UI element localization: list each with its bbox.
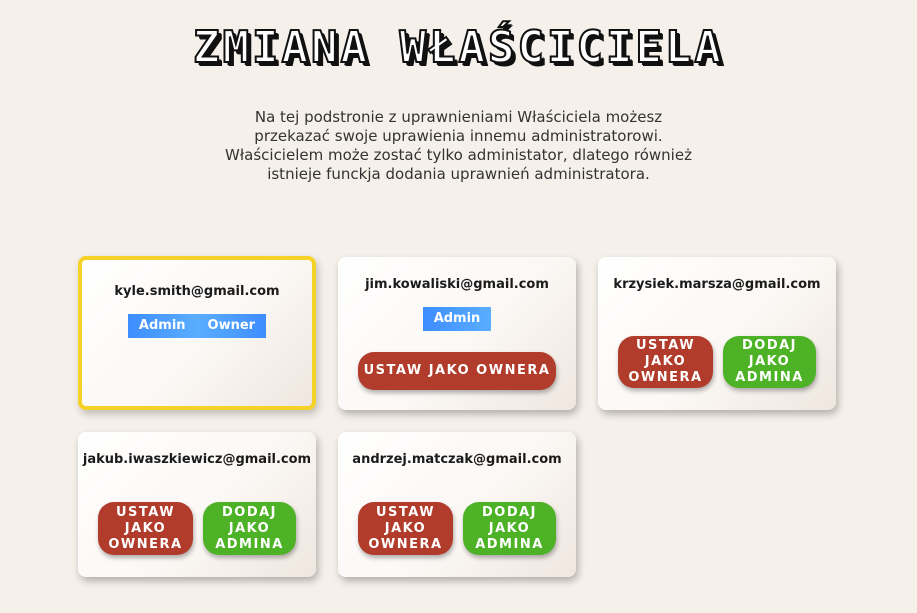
- user-email: jakub.iwaszkiewicz@gmail.com: [82, 452, 312, 467]
- user-email: jim.kowaliski@gmail.com: [365, 277, 549, 292]
- set-owner-button[interactable]: USTAW JAKO OWNERA: [358, 352, 556, 390]
- owner-badge: Owner: [196, 314, 267, 338]
- user-email: kyle.smith@gmail.com: [114, 284, 280, 299]
- set-owner-button[interactable]: USTAW JAKO OWNERA: [98, 502, 193, 555]
- add-admin-button[interactable]: DODAJ JAKO ADMINA: [463, 502, 556, 555]
- intro-text: Na tej podstronie z uprawnieniami Właści…: [200, 108, 717, 184]
- page: ZMIANA WŁAŚCICIELA Na tej podstronie z u…: [0, 0, 917, 613]
- role-badges: Admin: [338, 307, 576, 331]
- intro-line: Właścicielem może zostać tylko administa…: [225, 146, 692, 164]
- intro-line: istnieje funckja dodania uprawnień admin…: [267, 165, 650, 183]
- add-admin-button[interactable]: DODAJ JAKO ADMINA: [203, 502, 296, 555]
- add-admin-button[interactable]: DODAJ JAKO ADMINA: [723, 336, 816, 388]
- user-email: andrzej.matczak@gmail.com: [352, 452, 562, 467]
- role-badges: Admin Owner: [82, 314, 312, 338]
- set-owner-button[interactable]: USTAW JAKO OWNERA: [618, 336, 713, 388]
- user-card: andrzej.matczak@gmail.com USTAW JAKO OWN…: [338, 432, 576, 577]
- intro-line: Na tej podstronie z uprawnieniami Właści…: [254, 108, 663, 126]
- admin-badge: Admin: [422, 307, 492, 331]
- user-card: jakub.iwaszkiewicz@gmail.com USTAW JAKO …: [78, 432, 316, 577]
- user-card-owner: kyle.smith@gmail.com Admin Owner: [78, 256, 316, 410]
- set-owner-button[interactable]: USTAW JAKO OWNERA: [358, 502, 453, 555]
- user-card: krzysiek.marsza@gmail.com USTAW JAKO OWN…: [598, 257, 836, 410]
- user-email: krzysiek.marsza@gmail.com: [613, 277, 821, 292]
- intro-line: przekazać swoje uprawienia innemu admini…: [254, 127, 663, 145]
- admin-badge: Admin: [127, 314, 197, 338]
- page-title: ZMIANA WŁAŚCICIELA: [192, 21, 724, 74]
- user-card: jim.kowaliski@gmail.com Admin USTAW JAKO…: [338, 257, 576, 410]
